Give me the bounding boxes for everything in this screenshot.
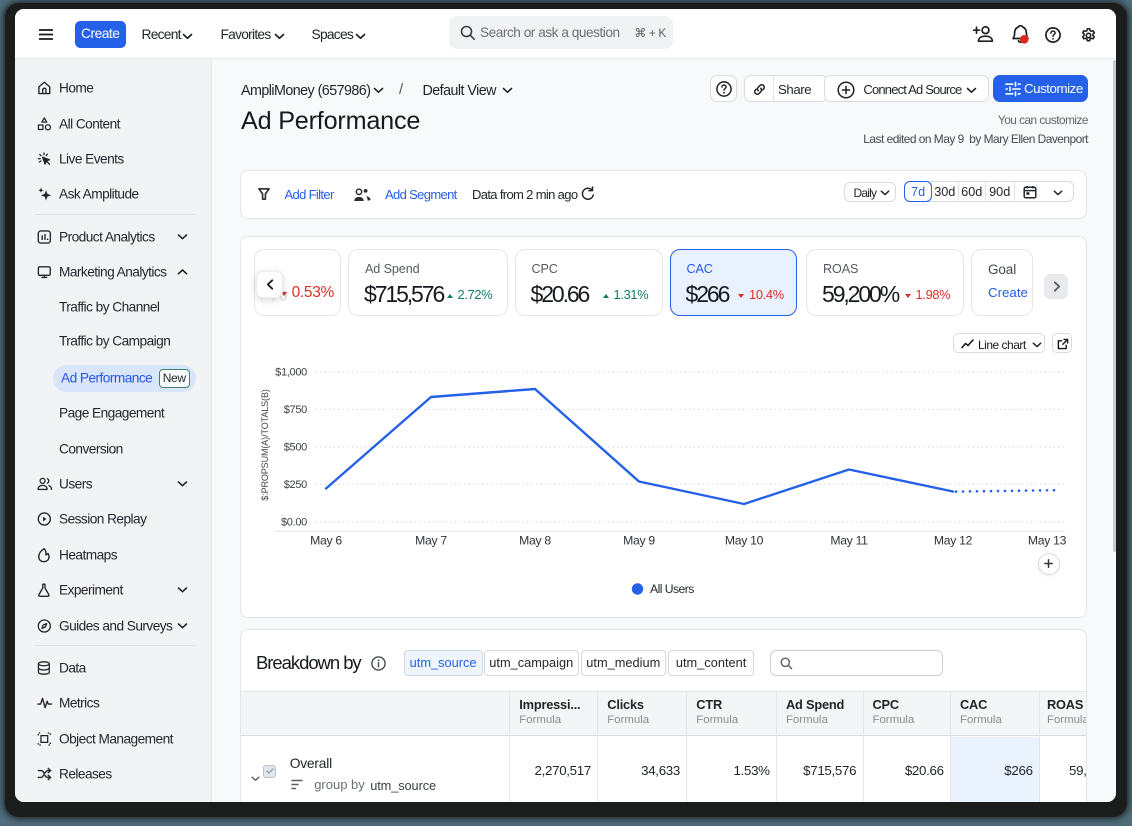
svg-text:$:PROPSUM(A)/TOTALS(B): $:PROPSUM(A)/TOTALS(B) <box>260 389 270 501</box>
svg-text:$0.00: $0.00 <box>281 516 307 528</box>
svg-text:$750: $750 <box>284 403 307 415</box>
svg-text:May 10: May 10 <box>725 533 764 547</box>
svg-text:May 11: May 11 <box>830 533 868 547</box>
svg-text:All Users: All Users <box>650 582 694 596</box>
svg-text:May 8: May 8 <box>519 533 551 547</box>
svg-text:May 6: May 6 <box>310 533 342 547</box>
svg-text:$500: $500 <box>284 441 307 453</box>
svg-text:May 13: May 13 <box>1028 533 1067 547</box>
svg-text:May 12: May 12 <box>934 533 973 547</box>
svg-text:May 9: May 9 <box>623 533 655 547</box>
svg-text:$250: $250 <box>284 478 307 490</box>
svg-text:May 7: May 7 <box>415 533 447 547</box>
svg-text:$1,000: $1,000 <box>275 366 307 378</box>
